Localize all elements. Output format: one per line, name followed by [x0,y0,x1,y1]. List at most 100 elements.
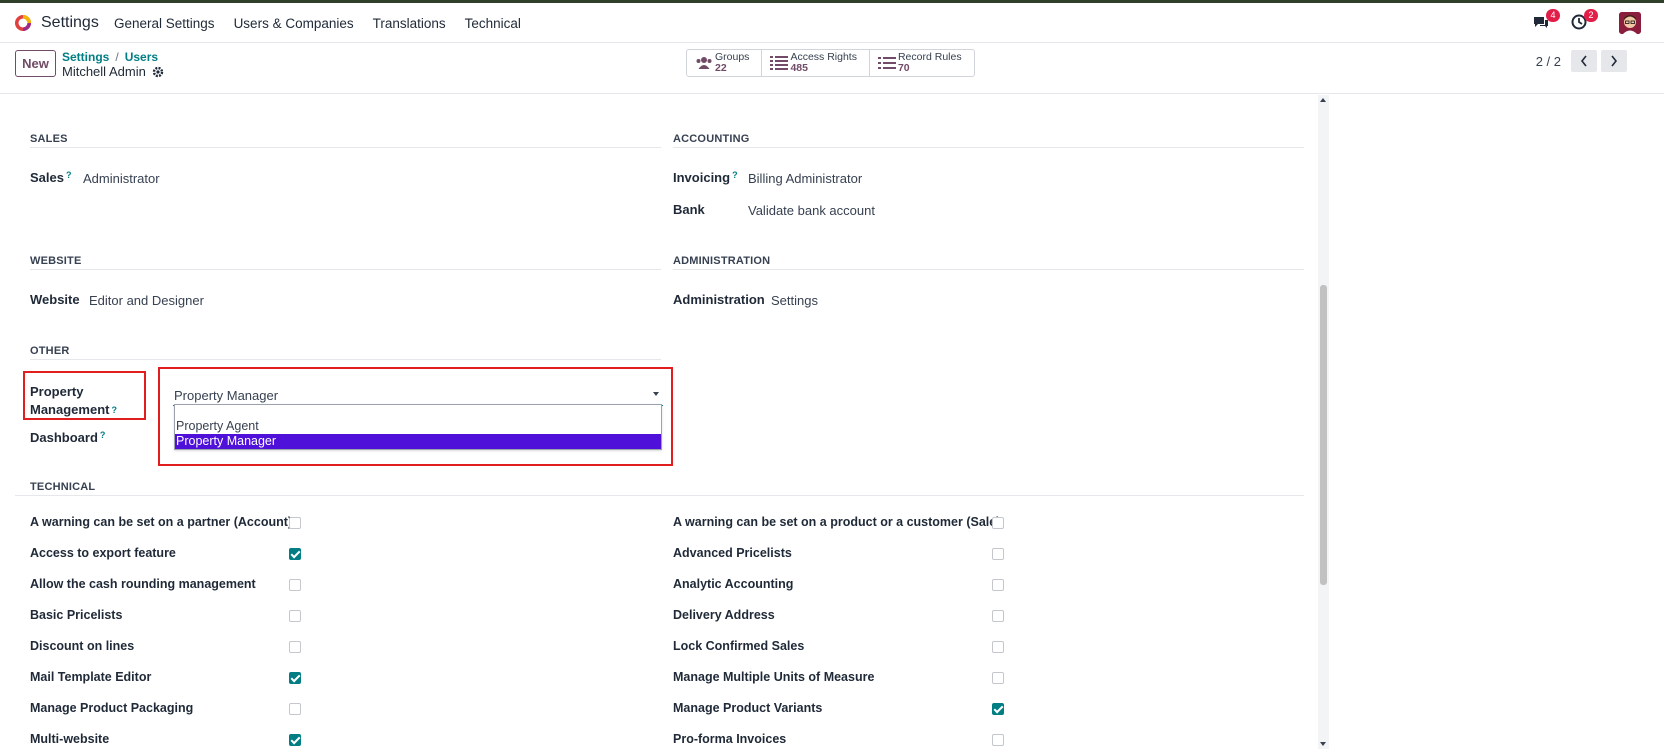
technical-right-checkbox-2[interactable] [992,579,1004,591]
menu-technical[interactable]: Technical [465,16,521,31]
section-title-website: WEBSITE [30,255,82,267]
technical-left-label-6: Manage Product Packaging [30,701,194,715]
technical-left-checkbox-4[interactable] [289,641,301,653]
control-panel: New Settings / Users Mitchell Admin Groups… [0,44,1664,94]
technical-right-label-3: Delivery Address [673,608,775,622]
field-label-bank: Bank [673,202,705,217]
field-value-bank[interactable]: Validate bank account [748,203,875,218]
app-logo-icon[interactable] [14,14,32,32]
technical-left-checkbox-2[interactable] [289,579,301,591]
vertical-scrollbar[interactable] [1318,95,1329,749]
section-divider [30,147,661,148]
menu-users-companies[interactable]: Users & Companies [234,16,354,31]
main-menu: General Settings Users & Companies Trans… [114,16,540,31]
property-management-select[interactable]: Property Manager [173,384,663,406]
app-name[interactable]: Settings [41,14,99,32]
access-rights-button[interactable]: Access Rights 485 [762,50,870,76]
section-divider [15,495,1304,496]
breadcrumb-users[interactable]: Users [125,50,158,64]
messages-badge: 4 [1546,9,1560,22]
record-rules-value: 70 [897,62,910,74]
select-current-value: Property Manager [174,388,279,403]
groups-button[interactable]: Groups 22 [687,50,763,76]
technical-right-checkbox-3[interactable] [992,610,1004,622]
section-divider [673,269,1304,270]
technical-left-checkbox-6[interactable] [289,703,301,715]
technical-right-label-2: Analytic Accounting [673,577,794,591]
navbar: Settings General Settings Users & Compan… [0,3,1664,43]
record-rules-button[interactable]: Record Rules 70 [870,50,974,76]
field-label-invoicing: Invoicing? [673,170,738,185]
scroll-down-arrow-icon[interactable] [1320,742,1326,746]
help-tooltip-icon[interactable]: ? [111,405,117,415]
activities-badge: 2 [1584,9,1598,22]
chevron-right-icon [1611,55,1618,67]
section-title-sales: SALES [30,133,68,145]
technical-right-label-6: Manage Product Variants [673,701,823,715]
technical-right-checkbox-0[interactable] [992,517,1004,529]
section-divider [30,359,661,360]
gear-icon[interactable] [152,66,164,78]
section-divider [30,269,661,270]
users-icon [696,57,712,69]
pager-previous-button[interactable] [1571,50,1597,72]
technical-left-label-0: A warning can be set on a partner (Accou… [30,515,293,529]
side-panel [1330,95,1664,749]
pager: 2 / 2 [1536,50,1627,72]
help-tooltip-icon[interactable]: ? [100,430,106,440]
pager-next-button[interactable] [1601,50,1627,72]
technical-left-checkbox-3[interactable] [289,610,301,622]
option-property-manager[interactable]: Property Manager [175,434,661,449]
field-value-sales[interactable]: Administrator [83,171,160,186]
user-avatar[interactable] [1619,12,1641,34]
menu-general-settings[interactable]: General Settings [114,16,215,31]
field-label-sales: Sales? [30,170,72,185]
help-tooltip-icon[interactable]: ? [732,170,738,180]
technical-left-label-4: Discount on lines [30,639,135,653]
field-value-website[interactable]: Editor and Designer [89,293,204,308]
pager-value[interactable]: 2 / 2 [1536,54,1561,69]
section-title-other: OTHER [30,345,70,357]
section-title-technical: TECHNICAL [30,481,96,493]
technical-left-checkbox-0[interactable] [289,517,301,529]
scroll-up-arrow-icon[interactable] [1320,98,1326,102]
technical-right-label-7: Pro-forma Invoices [673,732,787,746]
technical-left-label-2: Allow the cash rounding management [30,577,256,591]
section-divider [673,147,1304,148]
field-label-dashboard: Dashboard? [30,430,106,445]
field-value-administration[interactable]: Settings [771,293,818,308]
technical-left-label-1: Access to export feature [30,546,176,560]
technical-left-label-5: Mail Template Editor [30,670,152,684]
technical-right-label-4: Lock Confirmed Sales [673,639,805,653]
new-button[interactable]: New [15,50,56,77]
field-label-administration: Administration [673,292,765,307]
list-icon [877,57,896,69]
caret-down-icon [653,392,659,396]
breadcrumb-settings[interactable]: Settings [62,50,109,64]
technical-left-checkbox-7[interactable] [289,734,301,746]
technical-right-checkbox-4[interactable] [992,641,1004,653]
breadcrumb-separator: / [115,50,119,64]
technical-right-checkbox-6[interactable] [992,703,1004,715]
property-management-dropdown: Property Agent Property Manager [174,404,662,450]
help-tooltip-icon[interactable]: ? [66,170,72,180]
activities-icon[interactable]: 2 [1570,9,1598,33]
list-icon [770,56,789,70]
technical-right-label-5: Manage Multiple Units of Measure [673,670,875,684]
form-content: SALES Sales? Administrator ACCOUNTING In… [15,95,1320,749]
technical-right-checkbox-7[interactable] [992,734,1004,746]
field-label-website: Website [30,292,80,307]
option-property-agent[interactable]: Property Agent [175,419,661,434]
technical-left-checkbox-1[interactable] [289,548,301,560]
technical-left-label-3: Basic Pricelists [30,608,123,622]
scrollbar-thumb[interactable] [1320,285,1327,585]
technical-right-checkbox-5[interactable] [992,672,1004,684]
field-value-invoicing[interactable]: Billing Administrator [748,171,862,186]
field-label-property-management: Property Management? [30,384,117,417]
menu-translations[interactable]: Translations [373,16,446,31]
section-title-administration: ADMINISTRATION [673,255,771,267]
technical-left-checkbox-5[interactable] [289,672,301,684]
messages-icon[interactable]: 4 [1532,9,1560,33]
groups-value: 22 [715,62,727,74]
technical-right-checkbox-1[interactable] [992,548,1004,560]
